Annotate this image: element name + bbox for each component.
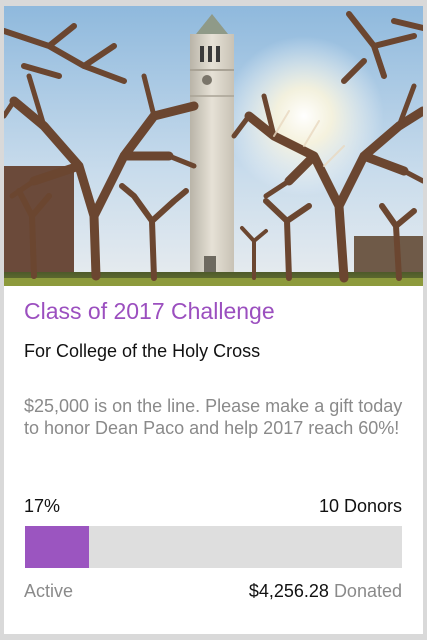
- campaign-card[interactable]: Class of 2017 Challenge For College of t…: [4, 6, 423, 634]
- campaign-title[interactable]: Class of 2017 Challenge: [24, 298, 275, 325]
- donated-total: $4,256.28 Donated: [249, 581, 402, 602]
- campaign-status: Active: [24, 581, 74, 601]
- donated-amount: $4,256.28: [248, 581, 329, 601]
- campaign-organization: For College of the Holy Cross: [24, 341, 261, 361]
- donor-count: 10 Donors: [318, 496, 402, 516]
- progress-percent: 17%: [24, 496, 61, 516]
- progress-bar: [25, 526, 402, 568]
- progress-bar-fill: [25, 526, 90, 568]
- tower-illustration: [190, 14, 234, 274]
- campaign-description: $25,000 is on the line. Please make a gi…: [24, 396, 403, 438]
- donated-label: Donated: [333, 581, 402, 601]
- campaign-photo: [4, 6, 423, 286]
